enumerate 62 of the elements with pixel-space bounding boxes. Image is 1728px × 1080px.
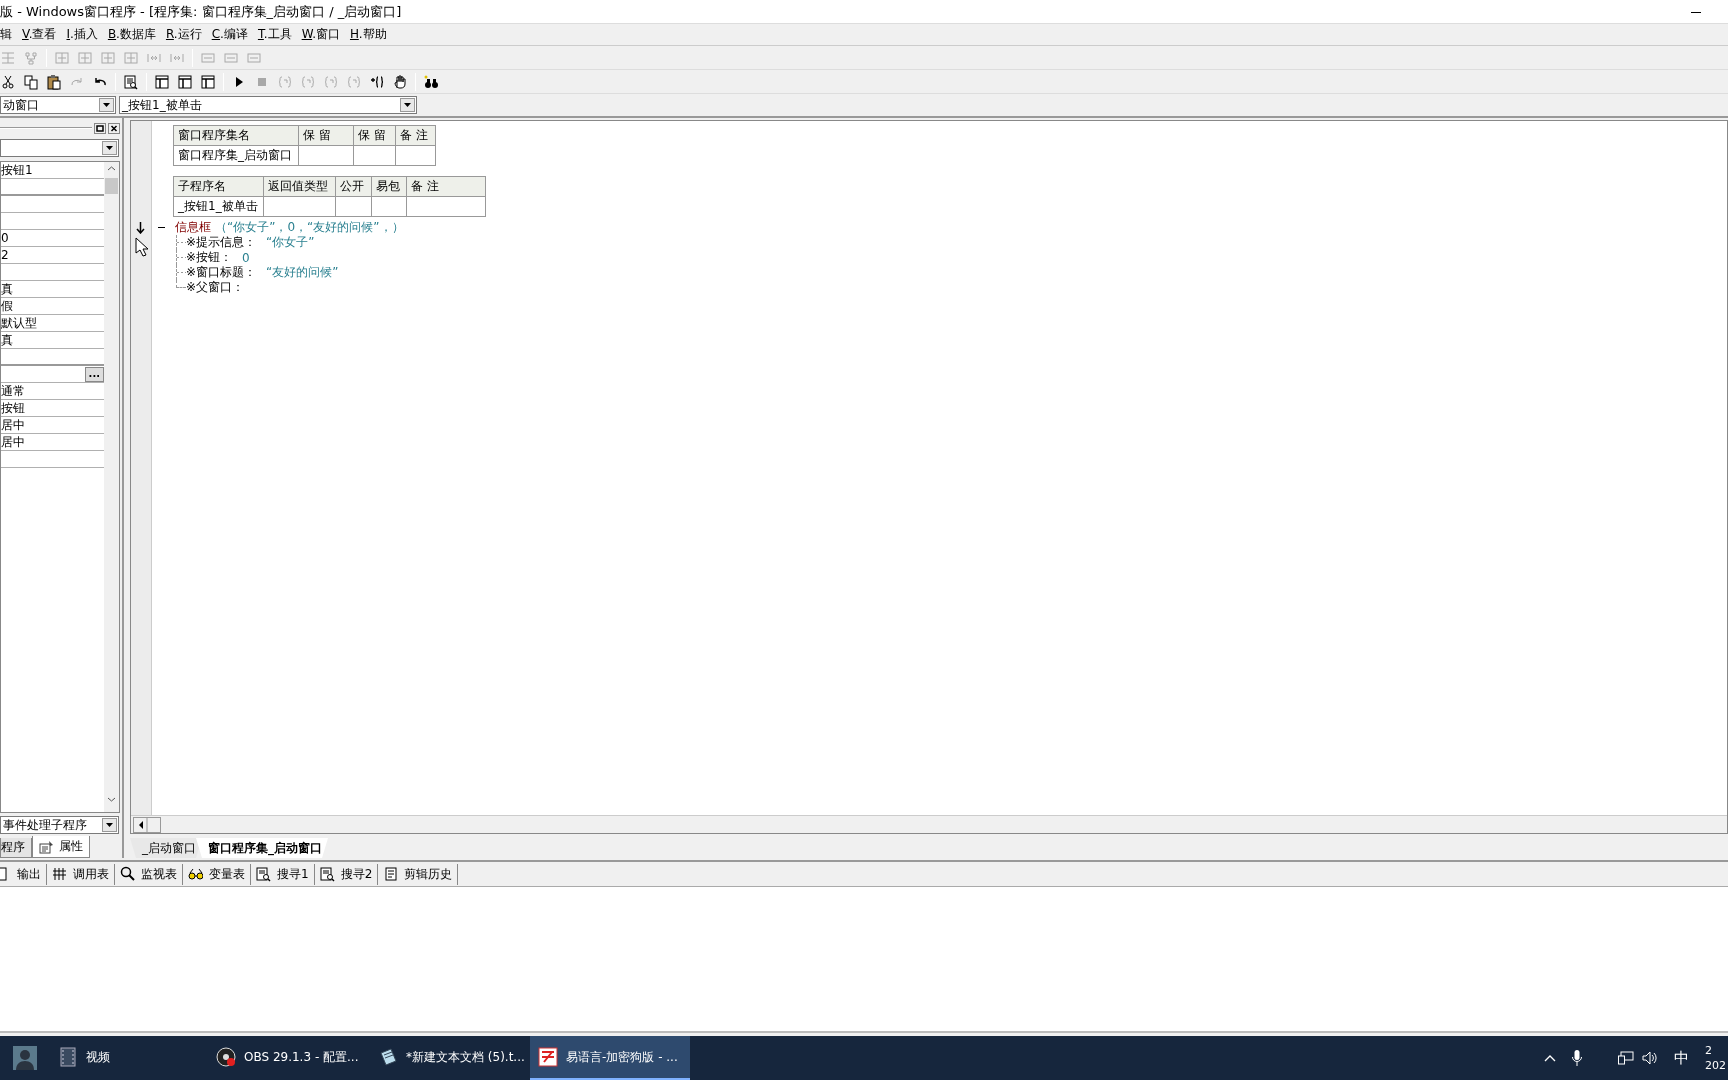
property-value: 按钮1 [1, 162, 33, 179]
output-tab[interactable]: 搜寻2 [314, 863, 379, 885]
column-header: 备 注 [406, 176, 486, 197]
property-value: 假 [1, 297, 13, 315]
event-combo[interactable]: _按钮1_被单击 [119, 96, 417, 114]
menu-item[interactable]: T.工具 [252, 26, 297, 43]
output-tab[interactable]: 搜寻1 [251, 863, 315, 885]
property-value: 默认型 [1, 314, 37, 332]
input-method-indicator[interactable]: 中 [1674, 1048, 1689, 1068]
window-title: 版 - Windows窗口程序 - [程序集: 窗口程序集_启动窗口 / _启动窗口] [0, 2, 402, 21]
parameter-value: “友好的问候” [266, 264, 339, 281]
output-tab[interactable]: 监视表 [115, 863, 183, 885]
column-header: 易包 [371, 176, 407, 197]
taskbar-button[interactable]: *新建文本文档 (5).t... [370, 1036, 530, 1080]
output-tab[interactable]: 变量表 [183, 863, 251, 885]
table-cell: _按钮1_被单击 [173, 196, 264, 217]
parameter-name: ※提示信息： [186, 234, 257, 251]
menu-item[interactable]: R.运行 [160, 26, 207, 43]
column-header: 窗口程序集名 [173, 125, 299, 146]
menu-item[interactable]: C.编译 [206, 26, 253, 43]
command-name: 信息框 [175, 218, 211, 236]
taskbar-button[interactable]: OBS 29.1.3 - 配置... [208, 1036, 370, 1080]
menu-item[interactable]: I.插入 [61, 26, 103, 43]
column-header: 保 留 [298, 125, 354, 146]
ellipsis-button[interactable]: ... [84, 366, 104, 382]
menu-item[interactable]: H.帮助 [344, 26, 392, 43]
menu-item[interactable]: W.窗口 [296, 26, 345, 43]
panel-tab[interactable]: 属性 [32, 836, 90, 858]
clock[interactable]: 2 202 [1705, 1043, 1726, 1073]
menu-item[interactable]: 辑 [0, 26, 17, 43]
panel-tab[interactable]: 程序 [0, 838, 32, 858]
parameter-name: ※窗口标题： [186, 264, 257, 281]
property-value: 2 [1, 248, 9, 262]
property-value: 居中 [1, 433, 25, 451]
column-header: 公开 [335, 176, 372, 197]
property-value: 按钮 [1, 399, 25, 417]
output-tab[interactable]: 调用表 [47, 863, 115, 885]
output-tab[interactable]: 剪辑历史 [378, 863, 459, 885]
taskbar-button[interactable]: 视频 [50, 1036, 208, 1080]
column-header: 返回值类型 [263, 176, 336, 197]
parameter-value: “你女子” [266, 234, 315, 251]
property-value: 0 [1, 231, 9, 245]
menu-item[interactable]: V.查看 [17, 26, 62, 43]
parameter-name: ※按钮： [186, 249, 233, 266]
property-value: 真 [1, 280, 13, 298]
object-combo[interactable]: 动窗口 [0, 96, 116, 114]
taskbar-button[interactable]: 易语言-加密狗版 - ... [530, 1036, 690, 1080]
menu-item[interactable]: B.数据库 [102, 26, 161, 43]
table-cell: 窗口程序集_启动窗口 [173, 145, 299, 166]
column-header: 子程序名 [173, 176, 264, 197]
parameter-value: 0 [242, 250, 250, 265]
output-tab[interactable]: 输出 [0, 863, 47, 885]
command-arguments: （“你女子”，0，“友好的问候”，） [215, 218, 404, 236]
column-header: 备 注 [395, 125, 436, 146]
code-editor-panel[interactable]: 窗口程序集名 保 留 保 留 备 注 窗口程序集_启动窗口 子程序名 返回值类型 公开 易包 备 注 _按钮1_被单击 信息框 （“你女子”，0，“友好的问候”，） ※提示信息： “你女子” ※按钮： 0 ※窗口标题： “友好的问候” ※父窗口： [130, 120, 1728, 834]
property-value: 真 [1, 331, 13, 349]
property-value: 通常 [1, 382, 25, 400]
file-tab[interactable]: 窗口程序集_启动窗口 [196, 838, 328, 858]
column-header: 保 留 [353, 125, 396, 146]
parameter-name: ※父窗口： [186, 279, 245, 296]
property-value: 居中 [1, 416, 25, 434]
event-type-combo[interactable]: 事件处理子程序 [0, 816, 119, 834]
